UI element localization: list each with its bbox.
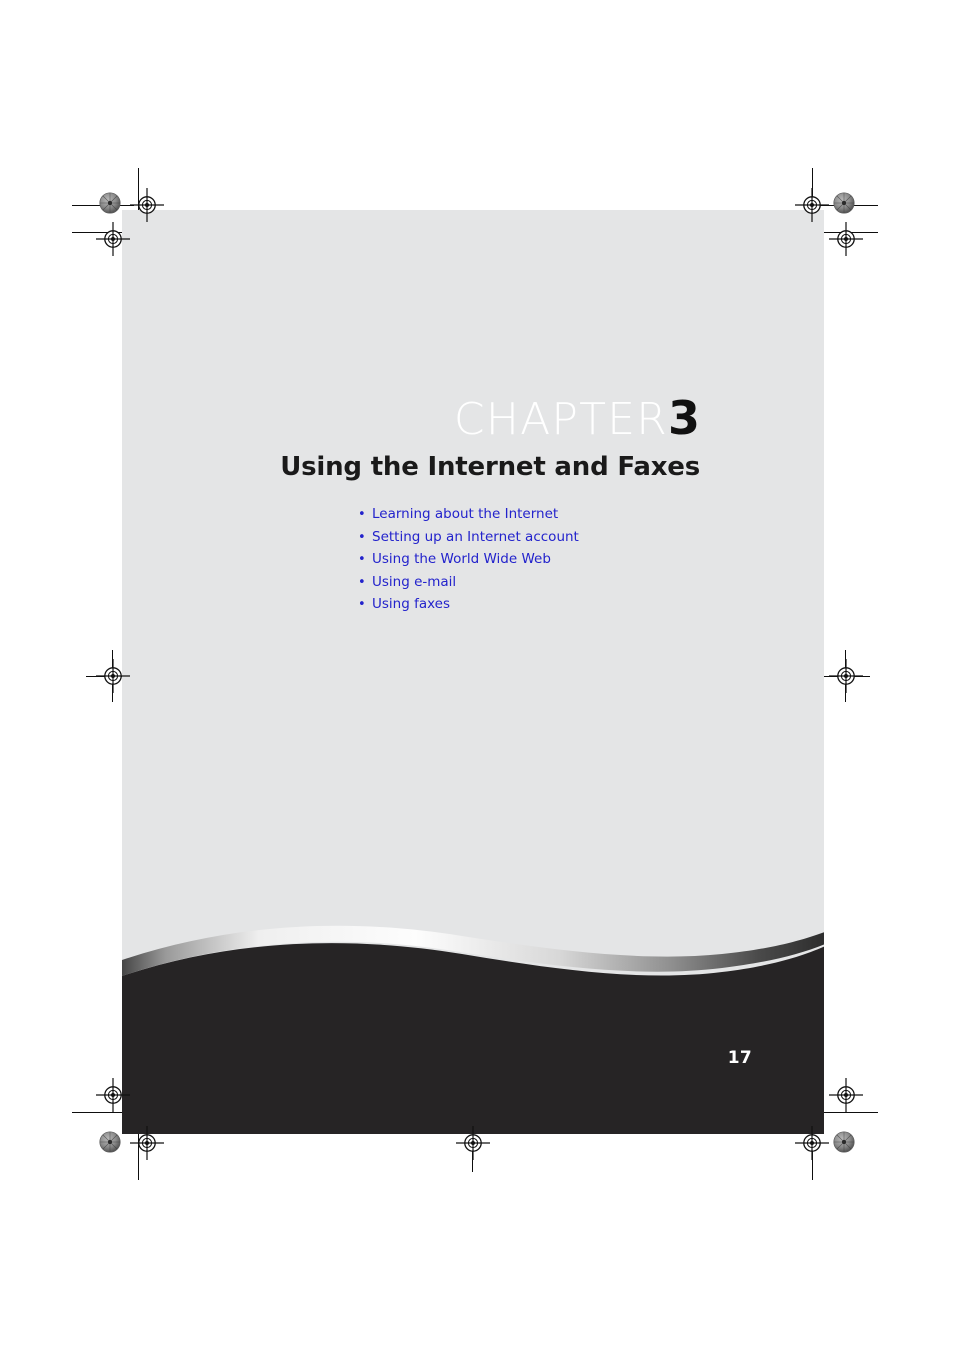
topic-link-label[interactable]: Learning about the Internet	[372, 506, 558, 523]
list-item[interactable]: • Setting up an Internet account	[358, 529, 579, 546]
bullet-icon: •	[358, 507, 366, 522]
halftone-dot-top-left-icon	[99, 192, 121, 214]
topic-link-label[interactable]: Using the World Wide Web	[372, 551, 551, 568]
halftone-dot-top-right-icon	[833, 192, 855, 214]
halftone-dot-bottom-left-icon	[99, 1131, 121, 1153]
registration-mark-top-left-inner-icon	[130, 188, 164, 222]
list-item[interactable]: • Using faxes	[358, 596, 579, 613]
registration-mark-top-right-outer-icon	[829, 222, 863, 256]
list-item[interactable]: • Learning about the Internet	[358, 506, 579, 523]
chapter-number: 3	[667, 391, 700, 445]
registration-mark-middle-left-icon	[96, 659, 130, 693]
registration-mark-bottom-left-inner-icon	[130, 1126, 164, 1160]
chapter-word: CHAPTER	[453, 394, 668, 445]
footer-wave-decoration	[122, 900, 824, 1134]
topic-link-label[interactable]: Using faxes	[372, 596, 450, 613]
registration-mark-top-left-outer-icon	[96, 222, 130, 256]
bullet-icon: •	[358, 552, 366, 568]
list-item[interactable]: • Using e-mail	[358, 574, 579, 591]
page-number: 17	[727, 1048, 752, 1068]
registration-mark-bottom-right-inner-icon	[795, 1126, 829, 1160]
page-title: Using the Internet and Faxes	[280, 452, 700, 482]
registration-mark-top-right-inner-icon	[795, 188, 829, 222]
printed-page-sheet: CHAPTER3 Using the Internet and Faxes • …	[122, 210, 824, 1134]
topic-link-label[interactable]: Setting up an Internet account	[372, 529, 579, 546]
list-item[interactable]: • Using the World Wide Web	[358, 551, 579, 568]
chapter-heading-block: CHAPTER3 Using the Internet and Faxes	[122, 210, 824, 482]
registration-mark-bottom-left-outer-icon	[96, 1078, 130, 1112]
registration-mark-bottom-right-outer-icon	[829, 1078, 863, 1112]
registration-mark-middle-right-icon	[829, 659, 863, 693]
bullet-icon: •	[358, 529, 366, 545]
bullet-icon: •	[358, 574, 366, 590]
chapter-topic-list: • Learning about the Internet • Setting …	[358, 506, 579, 619]
registration-mark-bottom-center-icon	[456, 1126, 490, 1160]
bullet-icon: •	[358, 597, 366, 613]
chapter-label-line: CHAPTER3	[122, 395, 700, 442]
topic-link-label[interactable]: Using e-mail	[372, 574, 456, 591]
halftone-dot-bottom-right-icon	[833, 1131, 855, 1153]
